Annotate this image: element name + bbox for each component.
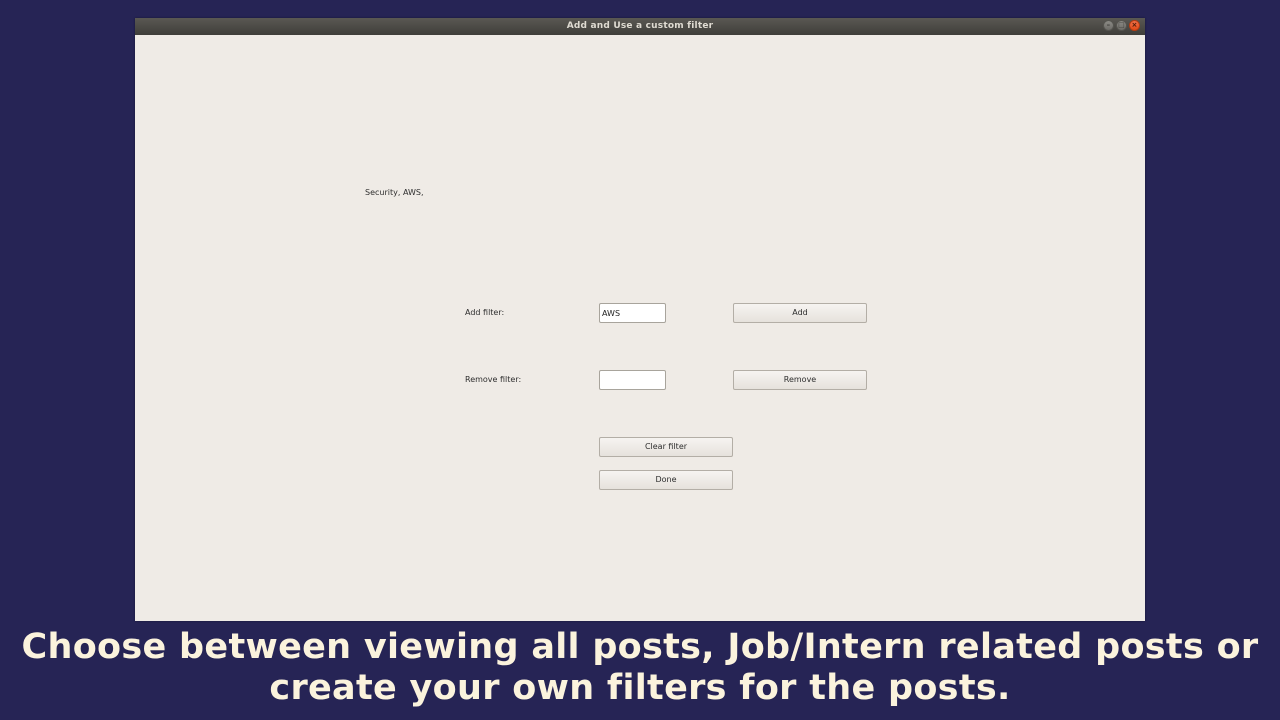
add-filter-label: Add filter: — [465, 308, 505, 317]
add-filter-input[interactable] — [599, 303, 666, 323]
window-title: Add and Use a custom filter — [566, 21, 714, 31]
active-filters-text: Security, AWS, — [365, 188, 424, 197]
caption-text: Choose between viewing all posts, Job/In… — [21, 627, 1259, 708]
maximize-icon[interactable]: □ — [1116, 20, 1127, 31]
window-titlebar[interactable]: Add and Use a custom filter – □ × — [135, 18, 1145, 35]
minimize-icon[interactable]: – — [1103, 20, 1114, 31]
done-button[interactable]: Done — [599, 470, 733, 490]
close-icon[interactable]: × — [1129, 20, 1140, 31]
remove-filter-label: Remove filter: — [465, 375, 522, 384]
app-window: Add and Use a custom filter – □ × Securi… — [135, 18, 1145, 621]
remove-filter-input[interactable] — [599, 370, 666, 390]
clear-filter-button[interactable]: Clear filter — [599, 437, 733, 457]
window-controls: – □ × — [1103, 20, 1140, 32]
remove-button[interactable]: Remove — [733, 370, 867, 390]
add-button[interactable]: Add — [733, 303, 867, 323]
